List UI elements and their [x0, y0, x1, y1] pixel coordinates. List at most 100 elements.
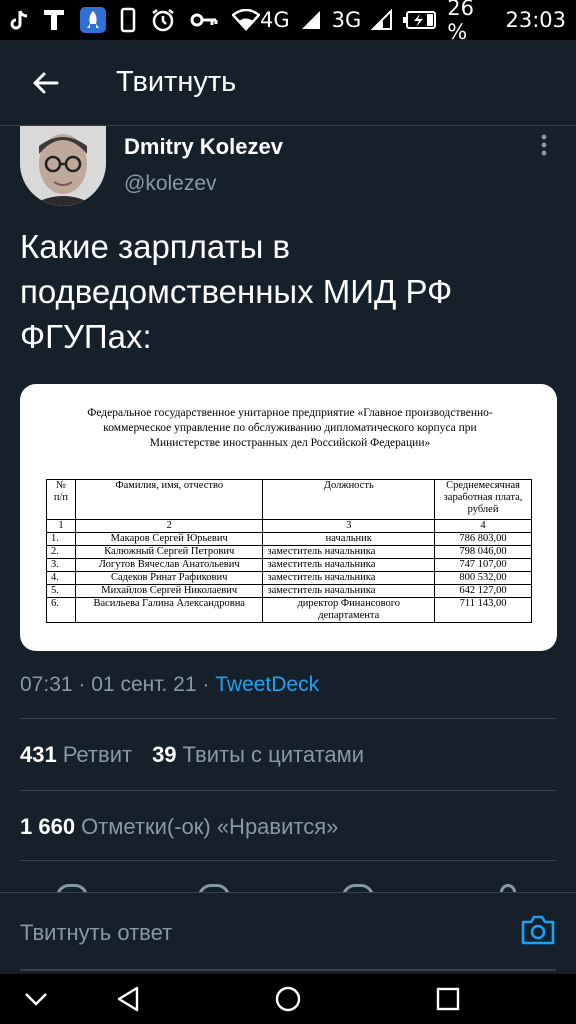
table-cell: 4. [46, 571, 76, 585]
table-row: 3. Логутов Вячеслав Анатольевич заместит… [46, 558, 532, 572]
retweet-label: Ретвит [62, 742, 133, 767]
quotes-link[interactable]: 39 Твиты с цитатами [152, 742, 364, 768]
tweet-meta: 07:31 · 01 сент. 21 · TweetDeck [20, 673, 319, 697]
more-vertical-icon [541, 134, 547, 156]
table-cell: директор Финансового департамента [262, 597, 436, 623]
avatar[interactable] [20, 126, 106, 206]
system-nav-bar [0, 974, 576, 1024]
back-button[interactable] [0, 40, 90, 126]
table-cell: 798 046,00 [434, 545, 532, 559]
table-cell: 5. [46, 584, 76, 598]
triangle-back-icon [117, 986, 139, 1012]
table-cell: 4 [434, 519, 532, 533]
table-cell: Калюжный Сергей Петрович [74, 545, 264, 559]
table-cell: 6. [46, 597, 76, 623]
table-cell: 642 127,00 [434, 584, 532, 598]
table-cell: 2. [46, 545, 76, 559]
table-cell: Михайлов Сергей Николаевич [74, 584, 264, 598]
table-cell: заместитель начальника [262, 558, 436, 572]
wifi-icon [232, 7, 260, 33]
table-row: 1. Макаров Сергей Юрьевич начальник 786 … [46, 532, 532, 546]
table-row: 2. Калюжный Сергей Петрович заместитель … [46, 545, 532, 559]
tweet-media-image[interactable]: Федеральное государственное унитарное пр… [20, 384, 557, 651]
meta-separator: · [78, 673, 86, 696]
quote-label: Твиты с цитатами [182, 742, 365, 767]
camera-icon [521, 915, 555, 945]
tweet-time: 07:31 [20, 673, 73, 696]
table-cell: Садеков Ринат Рафикович [74, 571, 264, 585]
battery-percent: 26 % [447, 0, 475, 44]
signal-icon [300, 7, 322, 33]
arrow-left-icon [33, 72, 59, 93]
document-title: Федеральное государственное унитарное пр… [87, 407, 493, 449]
table-cell: 711 143,00 [434, 597, 532, 623]
table-header: № п/п [46, 479, 76, 520]
table-header: Фамилия, имя, отчество [74, 479, 264, 520]
alarm-icon [150, 7, 176, 33]
table-row: 4. Садеков Ринат Рафикович заместитель н… [46, 571, 532, 585]
camera-button[interactable] [520, 913, 556, 947]
more-options-button[interactable] [540, 134, 548, 156]
author-name[interactable]: Dmitry Kolezev [124, 134, 283, 160]
signal-icon [371, 7, 393, 33]
table-header: Среднемесячная заработная плата, рублей [434, 479, 532, 520]
table-cell: 2 [74, 519, 264, 533]
reply-input[interactable] [20, 913, 490, 953]
network-3g: 3G [331, 8, 362, 32]
table-cell: 1. [46, 532, 76, 546]
rocket-app-icon [80, 7, 106, 33]
table-cell: 1 [46, 519, 76, 533]
reply-underline [20, 969, 556, 971]
retweets-link[interactable]: 431 Ретвит [20, 742, 132, 768]
app-header: Твитнуть [0, 40, 576, 126]
table-cell: заместитель начальника [262, 571, 436, 585]
tweet-source-link[interactable]: TweetDeck [215, 673, 319, 696]
meta-separator: · [202, 673, 210, 696]
table-row: 5. Михайлов Сергей Николаевич заместител… [46, 584, 532, 598]
table-cell: 747 107,00 [434, 558, 532, 572]
tweet-text: Какие зарплаты в подведомственных МИД РФ… [20, 228, 453, 355]
tiktok-icon [10, 7, 28, 33]
table-cell: 786 803,00 [434, 532, 532, 546]
divider [20, 790, 556, 791]
battery-charging-icon [403, 7, 437, 33]
key-icon [190, 7, 218, 33]
square-recents-icon [436, 987, 460, 1011]
table-cell: Васильева Галина Александровна [74, 597, 264, 623]
retweet-stats: 431 Ретвит 39 Твиты с цитатами [20, 742, 364, 768]
tweet-author: Dmitry Kolezev @kolezev [20, 126, 556, 216]
nav-home-button[interactable] [268, 982, 308, 1016]
nav-back-button[interactable] [108, 982, 148, 1016]
retweet-count: 431 [20, 742, 57, 767]
table-cell: заместитель начальника [262, 584, 436, 598]
nav-recents-button[interactable] [428, 982, 468, 1016]
clock: 23:03 [505, 8, 566, 32]
like-label: Отметки(-ок) «Нравится» [81, 814, 339, 839]
author-handle[interactable]: @kolezev [124, 172, 217, 196]
tweet-date: 01 сент. 21 [91, 673, 197, 696]
table-cell: Макаров Сергей Юрьевич [74, 532, 264, 546]
divider [20, 860, 556, 861]
table-cell: 3. [46, 558, 76, 572]
quote-count: 39 [152, 742, 177, 767]
network-4g: 4G [260, 8, 290, 32]
divider [20, 718, 556, 719]
table-cell: заместитель начальника [262, 545, 436, 559]
phone-icon [120, 7, 136, 33]
page-title: Твитнуть [116, 66, 237, 98]
salary-table: № п/п Фамилия, имя, отчество Должность С… [46, 479, 532, 623]
t-app-icon [42, 7, 66, 33]
table-row: 6. Васильева Галина Александровна директ… [46, 597, 532, 623]
likes-link[interactable]: 1 660 Отметки(-ок) «Нравится» [20, 814, 338, 840]
like-count: 1 660 [20, 814, 76, 839]
nav-hide-button[interactable] [16, 982, 56, 1016]
table-cell: 3 [262, 519, 436, 533]
table-cell: 800 532,00 [434, 571, 532, 585]
chevron-down-icon [25, 993, 47, 1006]
table-cell: начальник [262, 532, 436, 546]
circle-home-icon [275, 986, 301, 1012]
table-header: Должность [262, 479, 436, 520]
status-bar: 4G 3G 26 % 23:03 [0, 0, 576, 44]
reply-composer [0, 892, 576, 974]
table-cell: Логутов Вячеслав Анатольевич [74, 558, 264, 572]
